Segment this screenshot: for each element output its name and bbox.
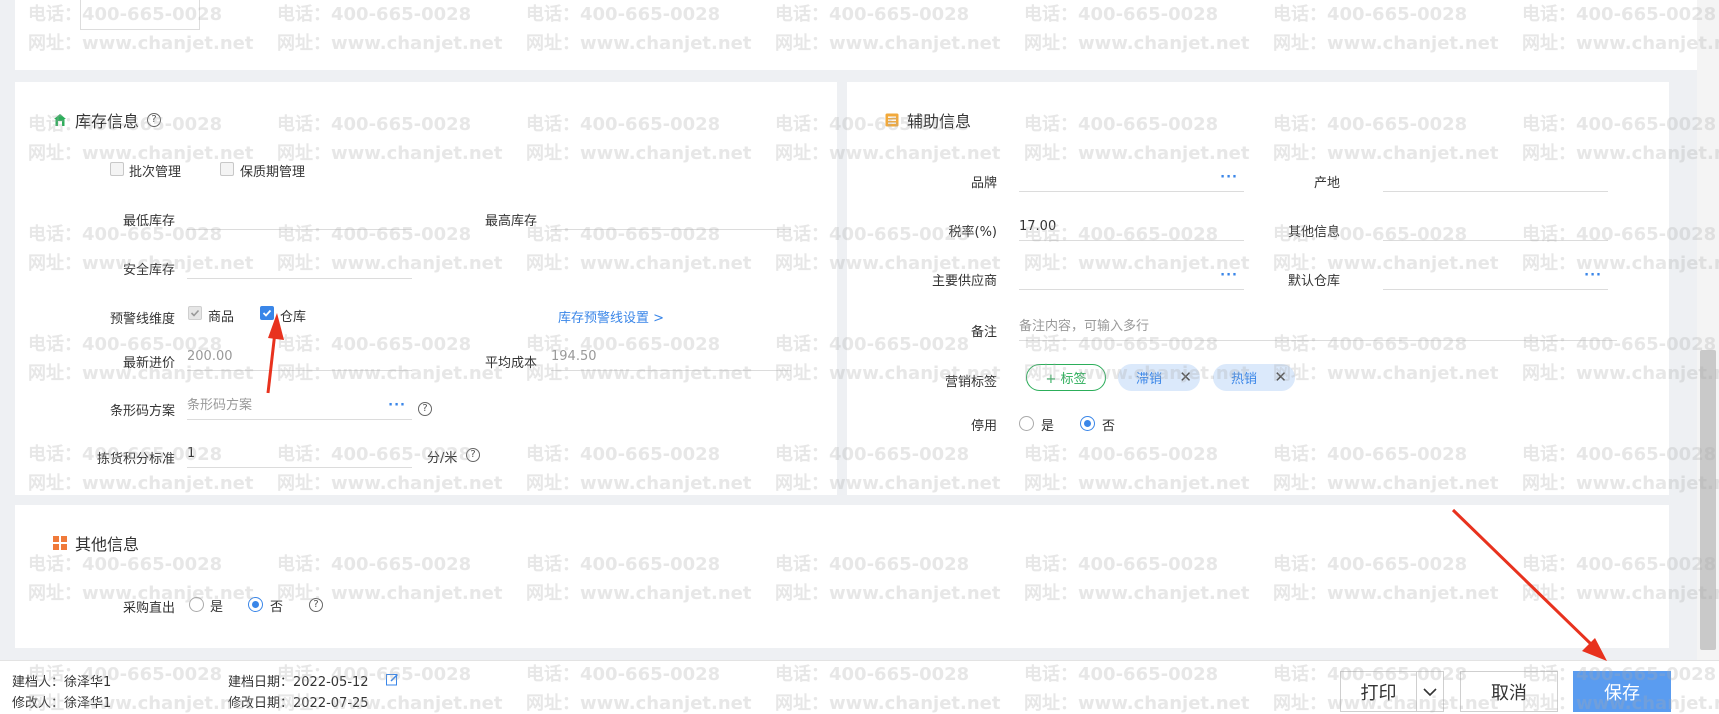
other-section-title: 其他信息 <box>53 531 139 555</box>
grid-icon <box>53 536 67 550</box>
latest-price-value: 200.00 <box>187 345 412 371</box>
max-stock-input[interactable] <box>551 204 791 230</box>
safe-stock-input[interactable] <box>187 253 412 279</box>
avg-cost-value: 194.50 <box>551 345 791 371</box>
brand-label: 品牌 <box>970 176 997 191</box>
save-label: 保存 <box>1604 682 1640 704</box>
supplier-label: 主要供应商 <box>931 274 997 289</box>
origin-input[interactable] <box>1383 166 1608 192</box>
edit-icon[interactable] <box>386 673 399 686</box>
image-upload-box[interactable] <box>80 0 200 30</box>
scrollbar-thumb[interactable] <box>1700 350 1716 650</box>
latest-price-label: 最新进价 <box>122 356 175 371</box>
tag-label: 热销 <box>1231 372 1258 387</box>
shelf-life-label: 保质期管理 <box>240 165 306 180</box>
list-icon <box>885 113 899 127</box>
direct-no-label: 否 <box>270 600 284 615</box>
chevron-down-icon <box>1423 681 1437 702</box>
tag-label: 滞销 <box>1136 372 1163 387</box>
tag-chip: 滞销 ✕ <box>1118 364 1200 391</box>
brand-input[interactable]: ··· <box>1019 166 1244 192</box>
other-info-input[interactable] <box>1383 215 1608 241</box>
default-warehouse-label: 默认仓库 <box>1287 274 1340 289</box>
avg-cost-label: 平均成本 <box>484 356 537 371</box>
add-tag-button[interactable]: + 标签 <box>1026 364 1106 391</box>
pick-score-input[interactable]: 1 <box>187 442 412 468</box>
close-icon[interactable]: ✕ <box>1179 368 1192 386</box>
barcode-placeholder: 条形码方案 <box>187 398 253 413</box>
disable-yes-radio[interactable] <box>1019 416 1034 431</box>
warn-settings-link[interactable]: 库存预警线设置 > <box>558 307 664 326</box>
warn-goods-label: 商品 <box>208 310 235 325</box>
close-icon[interactable]: ✕ <box>1274 368 1287 386</box>
aux-panel: 辅助信息 品牌 ··· 产地 税率(%) 17.00 其他信息 主要供应商 ··… <box>847 82 1669 495</box>
direct-no-radio[interactable] <box>248 597 263 612</box>
barcode-input[interactable]: 条形码方案 ··· <box>187 394 412 420</box>
top-panel <box>15 0 1697 70</box>
warn-warehouse-checkbox[interactable] <box>260 306 274 320</box>
min-stock-label: 最低库存 <box>122 214 175 229</box>
batch-checkbox[interactable] <box>110 162 124 176</box>
print-button[interactable]: 打印 <box>1340 671 1417 712</box>
warehouse-icon <box>54 114 66 126</box>
shelf-life-checkbox[interactable] <box>220 162 234 176</box>
direct-yes-radio[interactable] <box>189 597 204 612</box>
creator-text: 建档人：徐泽华1 <box>12 675 112 690</box>
direct-yes-label: 是 <box>210 600 224 615</box>
purchase-direct-label: 采购直出 <box>122 601 175 616</box>
tag-chip: 热销 ✕ <box>1213 364 1295 391</box>
create-date-text: 建档日期：2022-05-12 <box>228 675 369 690</box>
other-info-panel: 其他信息 采购直出 是 否 ? <box>15 505 1669 648</box>
modify-date-text: 修改日期：2022-07-25 <box>228 696 369 711</box>
max-stock-label: 最高库存 <box>484 214 537 229</box>
print-label: 打印 <box>1360 682 1397 704</box>
cancel-label: 取消 <box>1491 682 1527 704</box>
default-warehouse-input[interactable]: ··· <box>1383 264 1608 290</box>
safe-stock-label: 安全库存 <box>122 263 175 278</box>
origin-label: 产地 <box>1313 176 1340 191</box>
more-icon[interactable]: ··· <box>388 394 406 418</box>
tax-rate-label: 税率(%) <box>948 225 998 240</box>
disable-label: 停用 <box>970 419 997 434</box>
more-icon[interactable]: ··· <box>1584 264 1602 288</box>
disable-no-radio[interactable] <box>1080 416 1095 431</box>
barcode-help-icon[interactable]: ? <box>418 402 432 416</box>
save-button[interactable]: 保存 <box>1573 671 1671 712</box>
direct-help-icon[interactable]: ? <box>309 598 323 612</box>
pick-score-unit: 分/米 <box>427 451 458 466</box>
cancel-button[interactable]: 取消 <box>1460 671 1558 712</box>
inventory-title: 库存信息 <box>75 112 140 131</box>
aux-title: 辅助信息 <box>907 112 972 131</box>
warn-goods-checkbox[interactable] <box>188 306 202 320</box>
pick-score-label: 拣货积分标准 <box>96 452 175 467</box>
modifier-text: 修改人：徐泽华1 <box>12 696 112 711</box>
disable-yes-label: 是 <box>1041 419 1055 434</box>
print-dropdown-button[interactable] <box>1416 671 1444 712</box>
marketing-tags-label: 营销标签 <box>944 375 997 390</box>
note-input[interactable]: 备注内容，可输入多行 <box>1019 315 1617 341</box>
warn-warehouse-label: 仓库 <box>280 310 307 325</box>
inventory-section-title: 库存信息 ? <box>53 108 162 132</box>
disable-no-label: 否 <box>1102 419 1116 434</box>
pick-help-icon[interactable]: ? <box>466 448 480 462</box>
other-info-label: 其他信息 <box>1287 225 1340 240</box>
batch-label: 批次管理 <box>129 165 182 180</box>
barcode-label: 条形码方案 <box>109 404 175 419</box>
min-stock-input[interactable] <box>187 204 412 230</box>
other-title: 其他信息 <box>75 535 140 554</box>
add-tag-label: + 标签 <box>1045 372 1087 387</box>
note-label: 备注 <box>970 325 997 340</box>
warn-dimension-label: 预警线维度 <box>109 312 175 327</box>
help-icon[interactable]: ? <box>147 113 162 127</box>
tax-rate-input[interactable]: 17.00 <box>1019 215 1244 241</box>
footer-bar: 建档人：徐泽华1 修改人：徐泽华1 建档日期：2022-05-12 修改日期：2… <box>0 660 1719 714</box>
inventory-panel: 库存信息 ? 批次管理 保质期管理 最低库存 最高库存 安全库存 预警线维度 商… <box>15 82 837 495</box>
supplier-input[interactable]: ··· <box>1019 264 1244 290</box>
aux-section-title: 辅助信息 <box>885 108 971 132</box>
